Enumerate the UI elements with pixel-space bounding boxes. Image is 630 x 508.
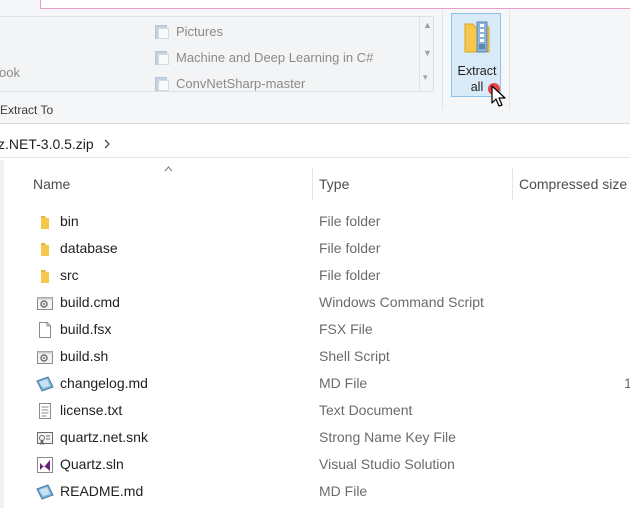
file-type: MD File bbox=[319, 375, 368, 391]
script-gear-icon bbox=[36, 294, 54, 312]
file-type: File folder bbox=[319, 267, 381, 283]
file-row[interactable]: build.fsx FSX File bbox=[4, 316, 630, 343]
file-name: build.sh bbox=[60, 348, 109, 364]
scroll-down-icon[interactable]: ▼ bbox=[423, 48, 432, 58]
file-row[interactable]: build.cmd Windows Command Script bbox=[4, 289, 630, 316]
folder-icon bbox=[154, 50, 169, 65]
file-name: database bbox=[60, 240, 118, 256]
folder-icon bbox=[154, 76, 169, 91]
destination-pictures[interactable]: Pictures bbox=[154, 20, 223, 42]
ribbon-group-divider bbox=[442, 10, 443, 110]
file-row[interactable]: build.sh Shell Script bbox=[4, 343, 630, 370]
certificate-icon bbox=[36, 429, 54, 447]
gallery-scrollbar[interactable]: ▲ ▼ ▾ bbox=[419, 16, 434, 92]
file-row[interactable]: bin File folder bbox=[4, 208, 630, 235]
file-name: quartz.net.snk bbox=[60, 429, 148, 445]
file-name: license.txt bbox=[60, 402, 123, 418]
file-name: bin bbox=[60, 213, 79, 229]
destination-label: ConvNetSharp-master bbox=[176, 75, 306, 91]
file-row[interactable]: quartz.net.snk Strong Name Key File bbox=[4, 424, 630, 451]
column-header-compressed-size[interactable]: Compressed size bbox=[519, 165, 630, 203]
file-type: MD File bbox=[319, 483, 368, 499]
file-type: File folder bbox=[319, 213, 381, 229]
column-divider[interactable] bbox=[312, 168, 313, 200]
destination-machine-learning[interactable]: Machine and Deep Learning in C# bbox=[154, 46, 373, 68]
zip-folder-icon bbox=[464, 21, 490, 53]
folder-icon bbox=[36, 213, 54, 231]
file-type: Visual Studio Solution bbox=[319, 456, 455, 472]
destination-label: Pictures bbox=[176, 23, 223, 39]
file-name: build.fsx bbox=[60, 321, 112, 337]
gallery-expand-icon[interactable]: ▾ bbox=[423, 72, 428, 83]
file-row[interactable]: changelog.md MD File 1 bbox=[4, 370, 630, 397]
md-file-icon bbox=[36, 375, 54, 393]
file-row[interactable]: license.txt Text Document bbox=[4, 397, 630, 424]
file-row[interactable]: README.md MD File bbox=[4, 478, 630, 505]
ribbon-group-label: Extract To bbox=[0, 103, 54, 117]
destination-convnetsharp[interactable]: ConvNetSharp-master bbox=[154, 72, 305, 94]
file-type: Text Document bbox=[319, 402, 413, 418]
chevron-right-icon[interactable] bbox=[102, 138, 112, 150]
address-path[interactable]: z.NET-3.0.5.zip bbox=[0, 136, 94, 152]
file-type: File folder bbox=[319, 240, 381, 256]
text-file-icon bbox=[36, 402, 54, 420]
file-type: Windows Command Script bbox=[319, 294, 484, 310]
file-row[interactable]: Quartz.sln Visual Studio Solution bbox=[4, 451, 630, 478]
file-type: FSX File bbox=[319, 321, 373, 337]
ribbon-group-divider-2 bbox=[509, 10, 510, 110]
ribbon-top-strip bbox=[40, 0, 630, 9]
mouse-cursor-icon bbox=[488, 83, 506, 107]
column-header-type[interactable]: Type bbox=[319, 165, 509, 203]
script-gear-icon bbox=[36, 348, 54, 366]
file-name: Quartz.sln bbox=[60, 456, 124, 472]
file-compressed-size: 1 bbox=[624, 375, 630, 391]
visual-studio-icon bbox=[36, 456, 54, 474]
folder-icon bbox=[36, 267, 54, 285]
destination-label: Machine and Deep Learning in C# bbox=[176, 49, 374, 65]
address-bar[interactable]: z.NET-3.0.5.zip bbox=[0, 130, 630, 158]
file-type: Strong Name Key File bbox=[319, 429, 456, 445]
file-name: README.md bbox=[60, 483, 144, 499]
column-header-name[interactable]: Name bbox=[33, 165, 308, 203]
pictures-folder-icon bbox=[154, 24, 169, 39]
file-name: changelog.md bbox=[60, 375, 148, 391]
file-name: src bbox=[60, 267, 79, 283]
file-type: Shell Script bbox=[319, 348, 390, 364]
scroll-up-icon[interactable]: ▲ bbox=[423, 20, 432, 30]
file-name: build.cmd bbox=[60, 294, 120, 310]
blank-file-icon bbox=[36, 321, 54, 339]
ribbon: ook Pictures Machine and Deep Learning i… bbox=[0, 0, 630, 124]
md-file-icon bbox=[36, 483, 54, 501]
file-row[interactable]: database File folder bbox=[4, 235, 630, 262]
column-divider[interactable] bbox=[512, 168, 513, 200]
file-row[interactable]: src File folder bbox=[4, 262, 630, 289]
partial-destination-label[interactable]: ook bbox=[0, 65, 20, 80]
folder-icon bbox=[36, 240, 54, 258]
